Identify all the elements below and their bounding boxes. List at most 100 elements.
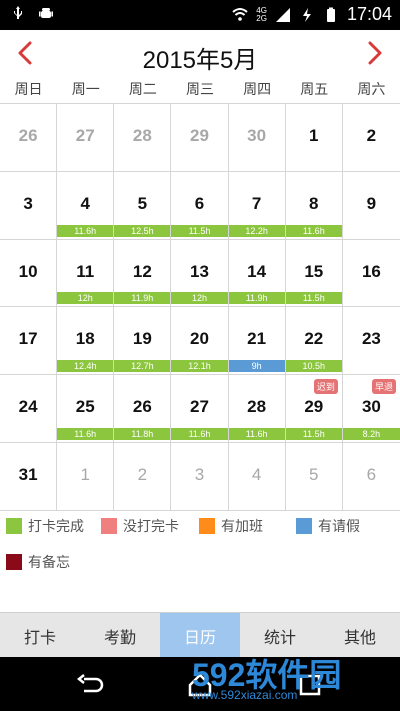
- day-number: 26: [18, 126, 38, 145]
- calendar-day-cell[interactable]: 12 11.9h: [114, 239, 172, 308]
- day-number: 24: [18, 397, 38, 417]
- watermark-logo: 592软件园 www.592xiazai.com: [192, 650, 392, 710]
- hours-bar: 11.6h: [285, 224, 342, 237]
- calendar-day-cell[interactable]: 27 11.6h: [171, 375, 229, 443]
- hours-bar: 8.2h: [342, 427, 400, 440]
- day-number: 22: [304, 329, 324, 349]
- tab-attendance[interactable]: 考勤: [80, 613, 160, 658]
- hours-bar: 12.5h: [114, 224, 171, 237]
- calendar-day-cell[interactable]: 19 12.7h: [114, 307, 172, 376]
- status-badge: 早退: [371, 379, 396, 395]
- day-number: 27: [190, 397, 209, 417]
- month-title: 2015年5月: [142, 47, 258, 74]
- day-number: 1: [309, 126, 319, 145]
- calendar-day-cell[interactable]: 26 11.8h: [114, 375, 172, 443]
- hours-bar: 11.5h: [285, 292, 342, 305]
- calendar-day-cell[interactable]: 20 12.1h: [171, 307, 229, 376]
- calendar-day-cell[interactable]: 22 10.5h: [285, 307, 343, 376]
- day-number: 14: [247, 261, 267, 281]
- calendar-day-cell[interactable]: 18 12.4h: [57, 307, 115, 376]
- calendar-day-cell[interactable]: 17: [0, 307, 58, 376]
- day-number: 5: [137, 193, 148, 213]
- calendar-day-cell[interactable]: 13 12h: [171, 239, 229, 308]
- calendar-day-cell[interactable]: 1: [285, 104, 343, 172]
- day-number: 9: [366, 193, 377, 213]
- calendar-day-cell[interactable]: 6: [342, 442, 400, 511]
- calendar-day-cell[interactable]: 14 11.9h: [228, 239, 286, 308]
- weekday-label: 周四: [243, 81, 272, 97]
- calendar-day-cell[interactable]: 30 8.2h 早退: [342, 375, 400, 443]
- day-number: 6: [194, 193, 205, 213]
- calendar-day-cell[interactable]: 31: [0, 442, 58, 511]
- day-number: 27: [75, 126, 95, 145]
- day-number: 2: [137, 464, 148, 484]
- calendar-header: 2015年5月: [0, 30, 400, 75]
- day-number: 3: [23, 193, 33, 213]
- weekday-row: 周日 周一 周二 周三 周四 周五 周六: [0, 75, 400, 103]
- android-icon: [39, 8, 53, 18]
- hours-bar: 11.6h: [228, 427, 285, 440]
- calendar-day-cell[interactable]: 3: [0, 171, 58, 240]
- day-number: 6: [366, 464, 377, 484]
- chevron-right-icon[interactable]: [360, 38, 390, 68]
- back-icon[interactable]: [76, 671, 104, 699]
- legend-item-completed: 打卡完成: [6, 516, 84, 536]
- calendar-day-cell[interactable]: 11 12h: [57, 239, 115, 308]
- hours-bar: 11.5h: [285, 427, 342, 440]
- day-number: 1: [80, 464, 90, 484]
- tab-punch[interactable]: 打卡: [0, 613, 80, 658]
- hours-bar: 12h: [57, 292, 114, 305]
- day-number: 28: [247, 397, 267, 417]
- hours-bar: 12.1h: [171, 360, 228, 373]
- day-number: 10: [18, 261, 38, 281]
- hours-bar: 9h: [228, 360, 285, 373]
- day-number: 25: [75, 397, 95, 417]
- calendar-day-cell[interactable]: 16: [342, 239, 400, 308]
- calendar-day-cell[interactable]: 24: [0, 375, 58, 443]
- calendar-day-cell[interactable]: 15 11.5h: [285, 239, 343, 308]
- legend-swatch: [199, 518, 215, 534]
- day-number: 18: [75, 329, 95, 349]
- calendar-day-cell[interactable]: 23: [342, 307, 400, 376]
- calendar-day-cell[interactable]: 3: [171, 442, 229, 511]
- calendar-day-cell[interactable]: 21 9h: [228, 307, 286, 376]
- weekday-label: 周三: [185, 81, 214, 97]
- calendar-day-cell[interactable]: 10: [0, 239, 58, 308]
- day-number: 17: [18, 329, 38, 349]
- day-number: 4: [251, 464, 262, 484]
- weekday-label: 周二: [128, 81, 157, 97]
- calendar-day-cell[interactable]: 7 12.2h: [228, 171, 286, 240]
- legend-label: 有请假: [318, 518, 360, 534]
- watermark-url: www.592xiazai.com: [192, 688, 298, 702]
- calendar-day-cell[interactable]: 6 11.5h: [171, 171, 229, 240]
- calendar-day-cell[interactable]: 28: [114, 104, 172, 172]
- hours-bar: 12.2h: [228, 224, 285, 237]
- calendar-day-cell[interactable]: 27: [57, 104, 115, 172]
- legend-item-memo: 有备忘: [6, 552, 70, 572]
- status-time: 17:04: [346, 4, 392, 24]
- calendar-day-cell[interactable]: 5: [285, 442, 343, 511]
- signal-icon: [275, 7, 290, 22]
- calendar-day-cell[interactable]: 25 11.6h: [57, 375, 115, 443]
- calendar-day-cell[interactable]: 29 11.5h 迟到: [285, 375, 343, 443]
- calendar-day-cell[interactable]: 29: [171, 104, 229, 172]
- calendar-day-cell[interactable]: 4: [228, 442, 286, 511]
- day-number: 8: [309, 193, 319, 213]
- hours-bar: 12.4h: [57, 360, 114, 373]
- calendar-day-cell[interactable]: 2: [114, 442, 172, 511]
- calendar-day-cell[interactable]: 2: [342, 104, 400, 172]
- calendar-day-cell[interactable]: 26: [0, 104, 58, 172]
- day-number: 23: [361, 329, 381, 349]
- calendar-day-cell[interactable]: 1: [57, 442, 115, 511]
- legend-swatch: [101, 518, 117, 534]
- calendar-day-cell[interactable]: 4 11.6h: [57, 171, 115, 240]
- calendar-day-cell[interactable]: 9: [342, 171, 400, 240]
- charging-bolt-icon: [302, 7, 311, 22]
- weekday-label: 周日: [14, 81, 43, 97]
- calendar-day-cell[interactable]: 5 12.5h: [114, 171, 172, 240]
- network-label-bottom: 2G: [256, 13, 267, 23]
- calendar-day-cell[interactable]: 8 11.6h: [285, 171, 343, 240]
- calendar-day-cell[interactable]: 30: [228, 104, 286, 172]
- day-number: 3: [194, 464, 205, 484]
- calendar-day-cell[interactable]: 28 11.6h: [228, 375, 286, 443]
